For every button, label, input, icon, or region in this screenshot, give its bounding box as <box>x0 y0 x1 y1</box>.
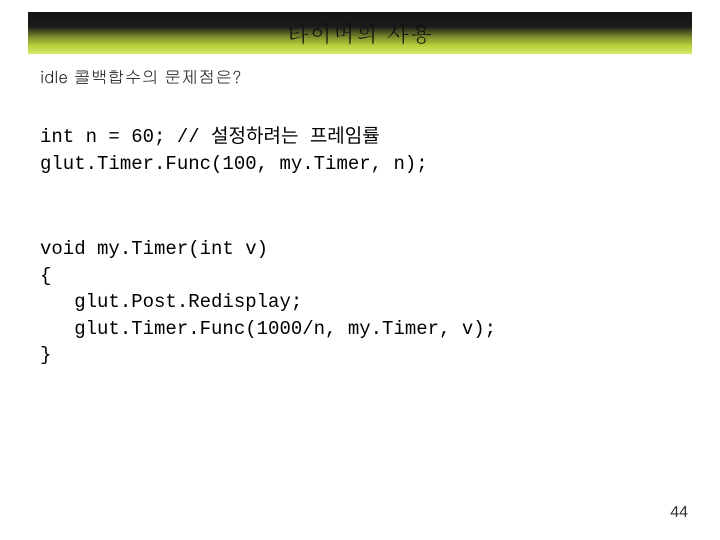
slide: 타이머의 사용 idle 콜백합수의 문제점은? int n = 60; // … <box>0 0 720 540</box>
code-block-1: int n = 60; // 설정하려는 프레임률 glut.Timer.Fun… <box>40 124 428 177</box>
subheading: idle 콜백합수의 문제점은? <box>40 64 242 88</box>
title-bar: 타이머의 사용 <box>28 12 692 54</box>
slide-title: 타이머의 사용 <box>287 18 433 49</box>
code-block-2: void my.Timer(int v) { glut.Post.Redispl… <box>40 236 496 369</box>
page-number: 44 <box>670 504 688 522</box>
